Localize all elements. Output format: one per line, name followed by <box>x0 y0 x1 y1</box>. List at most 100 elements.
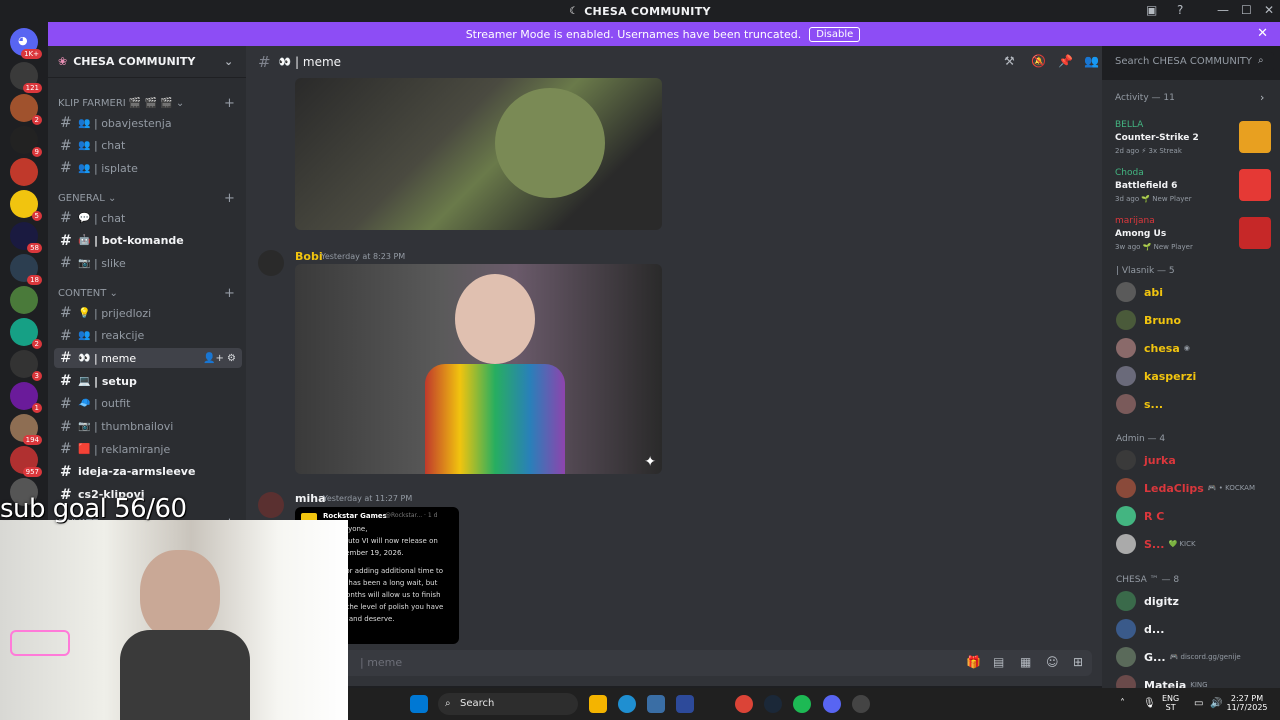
channel-item[interactable]: # 💻 | setup <box>54 371 242 391</box>
server-search-input[interactable]: Search CHESA COMMUNITY <box>1110 52 1274 72</box>
server-icon[interactable]: 957 <box>10 446 42 477</box>
activity-card[interactable]: Choda Battlefield 6 3d ago 🌱 New Player <box>1110 164 1274 208</box>
apps-icon[interactable]: ⊞ <box>1073 655 1083 669</box>
message-author[interactable]: miha <box>295 492 326 505</box>
member-item[interactable]: R C <box>1116 504 1164 528</box>
channel-item[interactable]: # 👥 | reakcije <box>54 326 242 346</box>
member-item[interactable]: jurka <box>1116 448 1176 472</box>
language-label: ENG <box>1162 694 1180 703</box>
server-icon[interactable] <box>10 286 38 314</box>
disable-streamer-mode-button[interactable]: Disable <box>809 26 861 42</box>
channel-category[interactable]: GENERAL ⌄ + <box>58 191 235 206</box>
channel-category[interactable]: CONTENT ⌄ + <box>58 286 235 301</box>
minimize-button[interactable]: — <box>1217 3 1229 17</box>
channel-item[interactable]: # 👥 | obavjestenja <box>54 113 242 133</box>
member-item[interactable]: digitz <box>1116 589 1179 613</box>
channel-item[interactable]: # 💡 | prijedlozi <box>54 303 242 323</box>
member-item[interactable]: abi <box>1116 280 1163 304</box>
channel-item[interactable]: # 🧢 | outfit <box>54 394 242 414</box>
channel-item[interactable]: # 📷 | slike <box>54 253 242 273</box>
channel-name: | reakcije <box>94 329 145 343</box>
add-channel-icon[interactable]: + <box>224 286 235 301</box>
sticker-icon[interactable]: ▦ <box>1020 655 1031 669</box>
server-badge: 121 <box>22 83 42 93</box>
discord-taskbar-icon[interactable] <box>823 695 841 713</box>
avatar[interactable] <box>258 492 284 518</box>
volume-icon[interactable]: 🔊 <box>1210 698 1222 709</box>
server-icon[interactable]: 5 <box>10 190 42 221</box>
maximize-button[interactable]: ☐ <box>1241 3 1252 17</box>
steam-icon[interactable] <box>764 695 782 713</box>
server-icon[interactable] <box>10 158 38 186</box>
message-author[interactable]: Bobi <box>295 250 323 263</box>
channel-item[interactable]: # 📷 | thumbnailovi <box>54 417 242 437</box>
activity-meta: 2d ago ⚡ 3x Streak <box>1115 147 1182 155</box>
app-icon[interactable] <box>676 695 694 713</box>
activity-card[interactable]: marijana Among Us 3w ago 🌱 New Player <box>1110 212 1274 256</box>
member-item[interactable]: s... <box>1116 392 1163 416</box>
edge-icon[interactable] <box>618 695 636 713</box>
threads-icon[interactable]: ⚒ <box>1004 54 1015 68</box>
server-icon[interactable]: 194 <box>10 414 42 445</box>
close-window-button[interactable]: ✕ <box>1264 3 1274 17</box>
store-icon[interactable] <box>647 695 665 713</box>
add-channel-icon[interactable]: + <box>224 191 235 206</box>
activity-card[interactable]: BELLA Counter-Strike 2 2d ago ⚡ 3x Streak <box>1110 116 1274 160</box>
channel-item[interactable]: # ideja-za-armsleeve <box>54 462 242 482</box>
channel-settings-icon[interactable]: 👤+ ⚙ <box>203 353 236 364</box>
help-icon[interactable]: ? <box>1177 3 1183 17</box>
tray-chevron-up-icon[interactable]: ˄ <box>1120 698 1125 709</box>
pin-icon[interactable]: 📌 <box>1058 54 1073 68</box>
member-item[interactable]: Bruno <box>1116 308 1181 332</box>
channel-item[interactable]: # 👀 | meme 👤+ ⚙ <box>54 348 242 369</box>
server-icon[interactable]: 9 <box>10 126 42 157</box>
clock[interactable]: 2:27 PM 11/7/2025 <box>1226 694 1268 712</box>
language-indicator[interactable]: ENG ST <box>1162 694 1179 712</box>
spotify-icon[interactable] <box>793 695 811 713</box>
meme-image-zesty[interactable]: ✦ <box>295 264 662 474</box>
server-icon[interactable]: 58 <box>10 222 42 253</box>
member-list-icon[interactable]: 👥 <box>1084 54 1099 68</box>
channel-emoji-icon: 👀 <box>278 56 292 68</box>
gift-icon[interactable]: 🎁 <box>966 655 981 669</box>
channel-item[interactable]: # 🟥 | reklamiranje <box>54 439 242 459</box>
gif-icon[interactable]: ▤ <box>993 655 1004 669</box>
member-name: digitz <box>1144 594 1179 608</box>
member-item[interactable]: kasperzi <box>1116 364 1196 388</box>
channel-item[interactable]: # 🤖 | bot-komande <box>54 231 242 251</box>
banner-close-icon[interactable]: ✕ <box>1257 26 1268 41</box>
member-item[interactable]: LedaClips 🎮 • KOCKAM <box>1116 476 1255 500</box>
avatar[interactable] <box>258 250 284 276</box>
obs-icon[interactable] <box>852 695 870 713</box>
mute-bell-icon[interactable]: 🔕 <box>1031 54 1046 68</box>
server-icon[interactable]: 2 <box>10 94 42 125</box>
server-header[interactable]: ❀ CHESA COMMUNITY ⌄ <box>48 46 246 78</box>
chrome-icon[interactable] <box>735 695 753 713</box>
direct-messages-button[interactable]: ◕ 1K+ <box>10 28 42 59</box>
member-item[interactable]: G... 🎮 discord.gg/genije <box>1116 645 1241 669</box>
server-icon[interactable]: 3 <box>10 350 42 381</box>
inbox-icon[interactable]: ▣ <box>1146 3 1157 17</box>
member-item[interactable]: S... 💚 KICK <box>1116 532 1196 556</box>
server-icon[interactable]: 2 <box>10 318 42 349</box>
discord-logo-icon: ◕ <box>18 34 28 47</box>
channel-item[interactable]: # 👥 | chat <box>54 136 242 156</box>
microphone-icon[interactable]: 🎙 <box>1143 698 1156 709</box>
server-icon[interactable]: 1 <box>10 382 42 413</box>
chevron-right-icon[interactable]: › <box>1260 91 1264 104</box>
server-icon[interactable]: 18 <box>10 254 42 285</box>
channel-item[interactable]: # 💬 | chat <box>54 208 242 228</box>
member-item[interactable]: chesa ◉ <box>1116 336 1190 360</box>
meme-image-goblin[interactable] <box>295 78 662 230</box>
taskbar-search-input[interactable]: ⌕ Search <box>438 693 578 715</box>
server-icon[interactable]: 121 <box>10 62 42 93</box>
emoji-icon[interactable]: ☺ <box>1046 655 1059 669</box>
member-item[interactable]: d... <box>1116 617 1164 641</box>
network-icon[interactable]: ▭ <box>1194 698 1203 709</box>
add-channel-icon[interactable]: + <box>224 96 235 111</box>
activity-game: Battlefield 6 <box>1115 181 1178 191</box>
windows-start-icon[interactable] <box>410 695 428 713</box>
channel-item[interactable]: # 👥 | isplate <box>54 158 242 178</box>
file-explorer-icon[interactable] <box>589 695 607 713</box>
channel-category[interactable]: KLIP FARMERI 🎬 🎬 🎬 ⌄ + <box>58 96 235 111</box>
